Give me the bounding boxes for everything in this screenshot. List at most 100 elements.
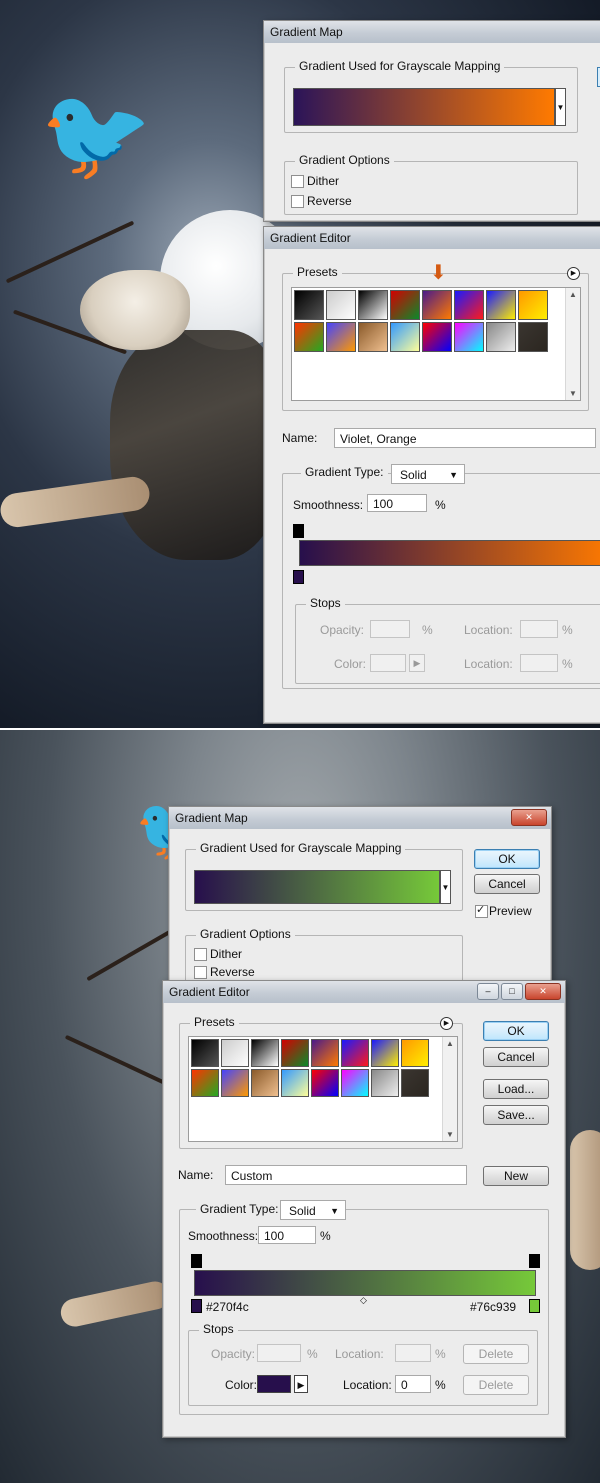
preset-swatch[interactable] bbox=[221, 1039, 249, 1067]
reverse-checkbox[interactable] bbox=[291, 195, 304, 208]
reverse-checkbox[interactable] bbox=[194, 966, 207, 979]
location-input[interactable] bbox=[395, 1344, 431, 1362]
gradient-ramp[interactable] bbox=[194, 1270, 536, 1296]
group-label: Stops bbox=[199, 1322, 238, 1336]
ok-button[interactable]: OK bbox=[474, 849, 540, 869]
color-swatch[interactable] bbox=[370, 654, 406, 672]
delete-button[interactable]: Delete bbox=[463, 1375, 529, 1395]
smoothness-input[interactable]: 100 bbox=[258, 1226, 316, 1244]
gradient-type-select[interactable]: Solid ▼ bbox=[391, 464, 465, 484]
ok-button[interactable]: OK bbox=[483, 1021, 549, 1041]
preset-swatch[interactable] bbox=[221, 1069, 249, 1097]
scroll-up-icon[interactable]: ▲ bbox=[446, 1039, 454, 1048]
group-label: Stops bbox=[306, 596, 345, 610]
preset-swatch[interactable] bbox=[371, 1069, 399, 1097]
opacity-input[interactable] bbox=[370, 620, 410, 638]
gradient-dropdown-arrow[interactable]: ▼ bbox=[440, 870, 451, 904]
preset-swatch[interactable] bbox=[390, 290, 420, 320]
preset-swatch[interactable] bbox=[518, 290, 548, 320]
preset-swatch[interactable] bbox=[518, 322, 548, 352]
color-swatch[interactable] bbox=[257, 1375, 291, 1393]
color-menu-arrow[interactable]: ▶ bbox=[294, 1375, 308, 1393]
close-button[interactable]: ✕ bbox=[511, 809, 547, 826]
scroll-down-icon[interactable]: ▼ bbox=[569, 389, 577, 398]
preset-swatch[interactable] bbox=[358, 290, 388, 320]
minimize-button[interactable]: – bbox=[477, 983, 499, 1000]
preset-swatch[interactable] bbox=[191, 1039, 219, 1067]
opacity-stop-left[interactable] bbox=[191, 1254, 202, 1268]
maximize-button[interactable]: □ bbox=[501, 983, 523, 1000]
cancel-button[interactable]: Cancel bbox=[474, 874, 540, 894]
presets-menu-icon[interactable]: ▶ bbox=[567, 267, 580, 280]
preset-swatch[interactable] bbox=[251, 1039, 279, 1067]
preset-swatch[interactable] bbox=[311, 1039, 339, 1067]
gradient-preview-bar[interactable] bbox=[194, 870, 440, 904]
preset-swatch[interactable] bbox=[326, 322, 356, 352]
new-button[interactable]: New bbox=[483, 1166, 549, 1186]
opacity-stop-left[interactable] bbox=[293, 524, 304, 538]
close-button[interactable]: ✕ bbox=[525, 983, 561, 1000]
midpoint-diamond-icon[interactable]: ◇ bbox=[360, 1295, 367, 1306]
titlebar: Gradient Editor bbox=[264, 227, 600, 249]
color-label: Color: bbox=[225, 1378, 258, 1392]
preview-checkbox[interactable] bbox=[475, 903, 488, 918]
preset-swatch[interactable] bbox=[486, 322, 516, 352]
preset-swatch[interactable] bbox=[326, 290, 356, 320]
presets-scrollbar[interactable]: ▲ ▼ bbox=[565, 288, 580, 400]
preset-swatch[interactable] bbox=[358, 322, 388, 352]
load-button[interactable]: Load... bbox=[483, 1079, 549, 1099]
delete-button[interactable]: Delete bbox=[463, 1344, 529, 1364]
gradient-map-dialog: Gradient Map ✕ Gradient Used for Graysca… bbox=[168, 806, 552, 998]
preset-swatch[interactable] bbox=[390, 322, 420, 352]
percent-label: % bbox=[562, 657, 573, 671]
preset-swatch[interactable] bbox=[191, 1069, 219, 1097]
preset-swatch[interactable] bbox=[251, 1069, 279, 1097]
name-input[interactable]: Violet, Orange bbox=[334, 428, 596, 448]
percent-label: % bbox=[422, 623, 433, 637]
preset-swatch[interactable] bbox=[371, 1039, 399, 1067]
location-input[interactable]: 0 bbox=[395, 1375, 431, 1393]
dither-checkbox[interactable] bbox=[194, 948, 207, 961]
preset-swatch[interactable] bbox=[401, 1039, 429, 1067]
color-stop-left[interactable] bbox=[293, 570, 304, 584]
presets-scrollbar[interactable]: ▲ ▼ bbox=[442, 1037, 457, 1141]
presets-menu-icon[interactable]: ▶ bbox=[440, 1017, 453, 1030]
preset-swatch[interactable] bbox=[294, 322, 324, 352]
preset-swatch[interactable] bbox=[454, 322, 484, 352]
right-color-hex: #76c939 bbox=[470, 1300, 517, 1314]
scroll-up-icon[interactable]: ▲ bbox=[569, 290, 577, 299]
preset-swatch[interactable] bbox=[401, 1069, 429, 1097]
gradient-ramp[interactable] bbox=[299, 540, 600, 566]
cancel-button[interactable]: Cancel bbox=[483, 1047, 549, 1067]
color-menu-arrow[interactable]: ▶ bbox=[409, 654, 425, 672]
gradient-dropdown-arrow[interactable]: ▼ bbox=[555, 88, 566, 126]
scroll-down-icon[interactable]: ▼ bbox=[446, 1130, 454, 1139]
preset-swatch[interactable] bbox=[486, 290, 516, 320]
preset-swatch[interactable] bbox=[422, 322, 452, 352]
preset-swatch[interactable] bbox=[341, 1039, 369, 1067]
percent-label: % bbox=[435, 498, 446, 512]
location-input[interactable] bbox=[520, 620, 558, 638]
opacity-input[interactable] bbox=[257, 1344, 301, 1362]
preset-swatch[interactable] bbox=[454, 290, 484, 320]
color-stop-left[interactable] bbox=[191, 1299, 202, 1313]
color-stop-right[interactable] bbox=[529, 1299, 540, 1313]
dialog-title: Gradient Editor bbox=[169, 985, 250, 999]
gradient-type-label: Gradient Type: bbox=[196, 1202, 283, 1216]
location-input[interactable] bbox=[520, 654, 558, 672]
smoothness-input[interactable]: 100 bbox=[367, 494, 427, 512]
preset-swatch[interactable] bbox=[281, 1039, 309, 1067]
save-button[interactable]: Save... bbox=[483, 1105, 549, 1125]
percent-label: % bbox=[435, 1347, 446, 1361]
preset-swatch[interactable] bbox=[422, 290, 452, 320]
name-input[interactable]: Custom bbox=[225, 1165, 467, 1185]
dither-checkbox[interactable] bbox=[291, 175, 304, 188]
gradient-type-select[interactable]: Solid ▼ bbox=[280, 1200, 346, 1220]
preset-swatch[interactable] bbox=[281, 1069, 309, 1097]
preset-swatch[interactable] bbox=[294, 290, 324, 320]
gradient-preview-bar[interactable] bbox=[293, 88, 555, 126]
preset-swatch[interactable] bbox=[341, 1069, 369, 1097]
opacity-stop-right[interactable] bbox=[529, 1254, 540, 1268]
preset-swatch[interactable] bbox=[311, 1069, 339, 1097]
titlebar: Gradient Editor – □ ✕ bbox=[163, 981, 565, 1003]
